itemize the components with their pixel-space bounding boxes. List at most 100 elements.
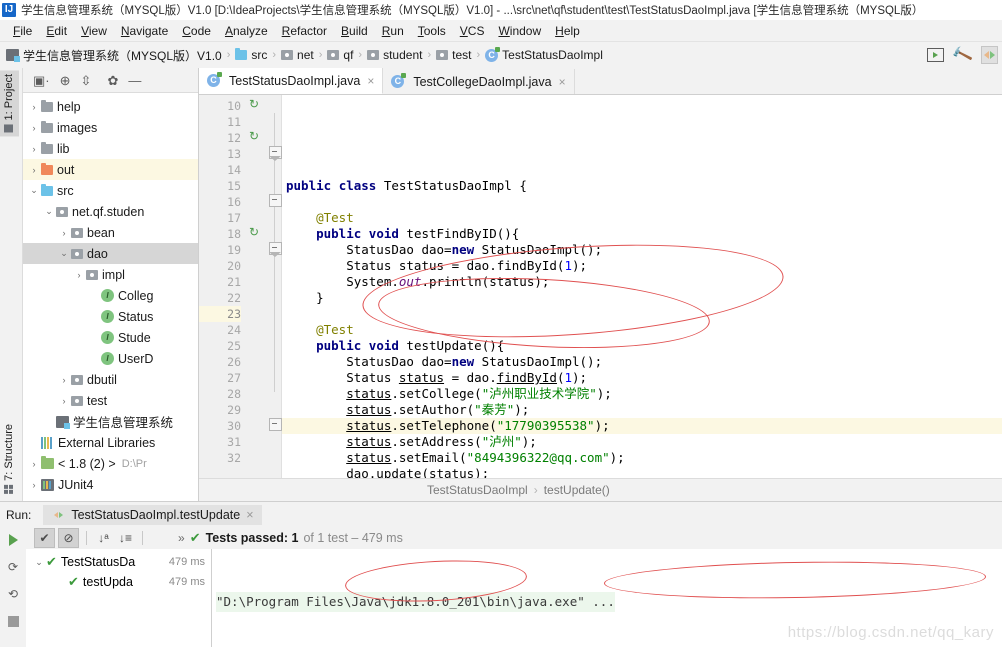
stop-icon[interactable] — [4, 612, 22, 630]
rerun-play-icon[interactable] — [4, 531, 22, 549]
menu-item-view[interactable]: View — [74, 22, 114, 40]
tree-item-label: bean — [87, 225, 115, 240]
toggle-auto-test-icon[interactable]: ⟲ — [4, 585, 22, 603]
menu-item-navigate[interactable]: Navigate — [114, 22, 175, 40]
test-tree-row[interactable]: ✔ testUpda 479 ms — [26, 572, 211, 592]
collapse-selector-icon[interactable]: ▣· — [33, 74, 50, 87]
chevron-collapsed-icon[interactable]: › — [27, 459, 41, 469]
tree-item-bean[interactable]: › bean — [23, 222, 198, 243]
fold-marker[interactable] — [269, 242, 282, 257]
tree-item-junit4[interactable]: › JUnit4 — [23, 474, 198, 495]
run-configuration-icon[interactable] — [927, 48, 944, 63]
tree-item-out[interactable]: › out — [23, 159, 198, 180]
run-side-toolbar: ⟳ ⟲ — [0, 527, 26, 647]
breadcrumb-class[interactable]: TestStatusDaoImpl — [199, 483, 528, 497]
tree-item-images[interactable]: › images — [23, 117, 198, 138]
tree-item-dbutil[interactable]: › dbutil — [23, 369, 198, 390]
breadcrumb-item[interactable]: src — [235, 48, 267, 62]
breadcrumb-item[interactable]: C TestStatusDaoImpl — [485, 46, 603, 62]
menu-item-edit[interactable]: Edit — [39, 22, 74, 40]
run-test-marker-icon[interactable]: ↻ — [249, 98, 262, 111]
chevron-expanded-icon[interactable]: ⌄ — [32, 557, 46, 568]
tree-item-externallibraries[interactable]: External Libraries — [23, 432, 198, 453]
menu-item-tools[interactable]: Tools — [411, 22, 453, 40]
fold-marker[interactable] — [269, 146, 282, 161]
tree-item-stude[interactable]: I Stude — [23, 327, 198, 348]
run-test-marker-icon[interactable]: ↻ — [249, 130, 262, 143]
run-configuration-tab[interactable]: TestStatusDaoImpl.testUpdate × — [43, 504, 262, 525]
menu-item-refactor[interactable]: Refactor — [275, 22, 334, 40]
editor-tab-teststatusdaoimpljava[interactable]: C TestStatusDaoImpl.java × — [199, 68, 384, 94]
breadcrumb-item[interactable]: test — [436, 48, 471, 62]
fold-marker[interactable] — [269, 418, 282, 431]
breadcrumb-item[interactable]: qf — [327, 48, 353, 62]
hide-ignored-icon[interactable]: ⊘ — [58, 528, 79, 548]
chevron-expanded-icon[interactable]: ⌄ — [27, 185, 41, 196]
menu-item-run[interactable]: Run — [375, 22, 411, 40]
menu-item-file[interactable]: File — [6, 22, 39, 40]
tree-item-src[interactable]: ⌄ src — [23, 180, 198, 201]
chevron-collapsed-icon[interactable]: › — [27, 144, 41, 154]
tree-item-dao[interactable]: ⌄ dao — [23, 243, 198, 264]
tree-item-impl[interactable]: › impl — [23, 264, 198, 285]
run-marker-gutter[interactable]: ↻ ↻ ↻ — [246, 95, 268, 478]
chevron-collapsed-icon[interactable]: › — [27, 165, 41, 175]
locate-target-icon[interactable]: ⊕ — [60, 74, 71, 87]
menu-item-vcs[interactable]: VCS — [453, 22, 492, 40]
show-passed-icon[interactable]: ✔ — [34, 528, 55, 548]
close-icon[interactable]: × — [559, 75, 566, 89]
code-editor[interactable]: 10 11 12 13 14 15 16 17 18 19 20 21 22 23 24 25 26 27 28 29… — [199, 95, 1002, 478]
breadcrumb-item[interactable]: net — [281, 48, 314, 62]
sort-alphabetically-icon[interactable]: ↓ᵃ — [94, 529, 113, 547]
breadcrumb-item[interactable]: 学生信息管理系统（MYSQL版）V1.0 — [6, 47, 222, 64]
menu-item-code[interactable]: Code — [175, 22, 218, 40]
sidebar-tab-project[interactable]: 1: Project — [0, 70, 19, 137]
test-tree-row[interactable]: ⌄ ✔ TestStatusDa 479 ms — [26, 552, 211, 572]
rerun-failed-icon[interactable]: ⟳ — [4, 558, 22, 576]
tree-item-status[interactable]: I Status — [23, 306, 198, 327]
code-text[interactable]: public class TestStatusDaoImpl { @Test p… — [282, 95, 1002, 478]
close-icon[interactable]: × — [367, 74, 374, 88]
chevron-collapsed-icon[interactable]: › — [57, 375, 71, 385]
tree-item-help[interactable]: › help — [23, 96, 198, 117]
sidebar-tab-structure[interactable]: 7: Structure — [0, 420, 19, 498]
build-hammer-icon[interactable]: 🔨 — [951, 44, 974, 66]
chevron-expanded-icon[interactable]: ⌄ — [42, 206, 56, 217]
console-output[interactable]: "D:\Program Files\Java\jdk1.8.0_201\bin\… — [212, 549, 1002, 647]
navigate-prev-next-icon[interactable] — [981, 46, 998, 64]
chevron-collapsed-icon[interactable]: › — [72, 270, 86, 280]
test-tree[interactable]: ⌄ ✔ TestStatusDa 479 ms ✔ testUpda 479 ms — [26, 549, 212, 647]
hide-panel-icon[interactable]: — — [128, 74, 141, 87]
close-icon[interactable]: × — [246, 508, 253, 522]
menu-item-analyze[interactable]: Analyze — [218, 22, 275, 40]
tree-item-test[interactable]: › test — [23, 390, 198, 411]
run-test-marker-icon[interactable]: ↻ — [249, 226, 262, 239]
menu-item-window[interactable]: Window — [491, 22, 548, 40]
breadcrumb-item[interactable]: student — [367, 48, 422, 62]
tree-item-182[interactable]: › < 1.8 (2) > D:\Pr — [23, 453, 198, 474]
menu-item-help[interactable]: Help — [548, 22, 587, 40]
code-folding-gutter[interactable] — [268, 95, 282, 478]
chevron-expanded-icon[interactable]: ⌄ — [57, 248, 71, 259]
breadcrumb-separator: › — [533, 483, 538, 497]
editor-tab-testcollegedaoimpljava[interactable]: C TestCollegeDaoImpl.java × — [383, 69, 575, 94]
project-tree[interactable]: › help › images › lib › out ⌄ src ⌄ net.qf.studen › b… — [23, 93, 198, 501]
chevron-collapsed-icon[interactable]: › — [27, 123, 41, 133]
tree-item-[interactable]: 学生信息管理系统 — [23, 411, 198, 432]
sort-by-duration-icon[interactable]: ↓≡ — [116, 529, 135, 547]
chevron-collapsed-icon[interactable]: › — [27, 102, 41, 112]
menu-item-build[interactable]: Build — [334, 22, 375, 40]
fold-marker[interactable] — [269, 194, 282, 207]
tree-item-lib[interactable]: › lib — [23, 138, 198, 159]
chevron-collapsed-icon[interactable]: › — [57, 228, 71, 238]
breadcrumb-method[interactable]: testUpdate() — [544, 483, 610, 497]
line-number: 14 — [227, 163, 241, 177]
tree-item-colleg[interactable]: I Colleg — [23, 285, 198, 306]
tree-item-userd[interactable]: I UserD — [23, 348, 198, 369]
collapse-all-icon[interactable]: ⇳ — [81, 74, 92, 87]
tree-item-netqfstuden[interactable]: ⌄ net.qf.studen — [23, 201, 198, 222]
chevron-collapsed-icon[interactable]: › — [27, 480, 41, 490]
chevron-collapsed-icon[interactable]: › — [57, 396, 71, 406]
expand-chevron-icon[interactable]: » — [178, 531, 185, 545]
settings-gear-icon[interactable]: ✿ — [107, 74, 118, 87]
